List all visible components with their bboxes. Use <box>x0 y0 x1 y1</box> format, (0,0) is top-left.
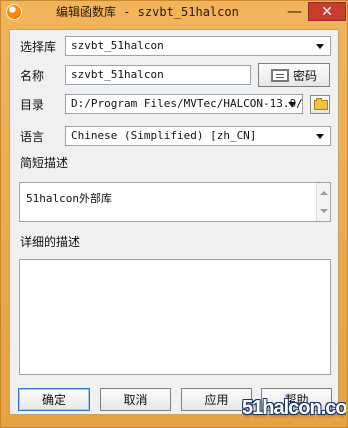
ok-button[interactable]: 确定 <box>18 388 90 411</box>
cancel-button-label: 取消 <box>123 393 148 407</box>
edit-library-dialog: 编辑函数库 - szvbt_51halcon — ✕ 选择库 szvbt_51h… <box>0 0 348 428</box>
title-bar[interactable]: 编辑函数库 - szvbt_51halcon — ✕ <box>1 1 347 24</box>
name-input-value: szvbt_51halcon <box>71 68 164 81</box>
password-button[interactable]: 密码 <box>258 63 330 87</box>
language-label: 语言 <box>20 130 45 144</box>
detailed-description-textarea[interactable] <box>19 259 331 375</box>
chevron-down-icon <box>288 102 296 107</box>
short-description-value: 51halcon外部库 <box>26 192 112 205</box>
chevron-down-icon <box>316 134 324 139</box>
short-description-label: 简短描述 <box>20 156 69 170</box>
minimize-icon: — <box>287 2 302 20</box>
cancel-button[interactable]: 取消 <box>100 388 171 411</box>
short-description-textarea[interactable]: 51halcon外部库 <box>19 182 331 222</box>
detailed-description-label: 详细的描述 <box>20 235 81 249</box>
library-select[interactable]: szvbt_51halcon <box>65 36 331 56</box>
window-title: 编辑函数库 - szvbt_51halcon <box>56 5 239 19</box>
site-watermark: 51halcon.com <box>242 397 346 419</box>
folder-icon <box>314 98 328 110</box>
directory-select[interactable]: D:/Program Files/MVTec/HALCON-13.0/p <box>65 94 303 114</box>
scroll-up-icon[interactable] <box>320 191 328 195</box>
directory-select-value: D:/Program Files/MVTec/HALCON-13.0/p <box>71 97 303 110</box>
keyboard-icon <box>270 68 289 82</box>
directory-label: 目录 <box>20 98 45 112</box>
name-input[interactable]: szvbt_51halcon <box>65 65 251 85</box>
dialog-content: 选择库 szvbt_51halcon 名称 szvbt_51halcon 密码 … <box>9 29 339 415</box>
short-description-scrollbar[interactable] <box>316 183 330 221</box>
chevron-down-icon <box>316 44 324 49</box>
language-select[interactable]: Chinese (Simplified) [zh_CN] <box>65 126 331 146</box>
browse-folder-button[interactable] <box>310 95 330 114</box>
close-icon: ✕ <box>321 3 333 20</box>
library-select-value: szvbt_51halcon <box>71 39 164 52</box>
ok-button-label: 确定 <box>41 393 66 407</box>
close-button[interactable]: ✕ <box>308 2 346 21</box>
halcon-app-icon <box>6 4 22 20</box>
scroll-down-icon[interactable] <box>320 209 328 213</box>
name-label: 名称 <box>20 69 45 83</box>
minimize-button[interactable]: — <box>282 2 307 21</box>
password-button-label: 密码 <box>292 68 317 83</box>
library-label: 选择库 <box>20 40 57 54</box>
apply-button-label: 应用 <box>204 393 229 407</box>
language-select-value: Chinese (Simplified) [zh_CN] <box>71 129 257 142</box>
